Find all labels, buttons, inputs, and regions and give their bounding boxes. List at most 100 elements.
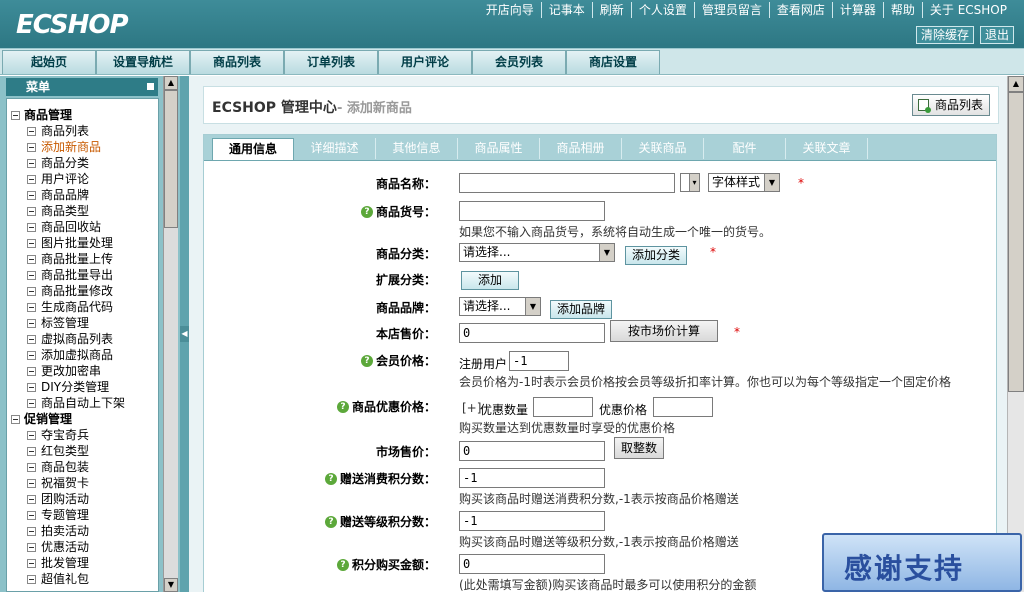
sidebar-group[interactable]: 促销管理 xyxy=(7,411,158,427)
sidebar-item[interactable]: 商品品牌 xyxy=(7,187,158,203)
tab-articles[interactable]: 关联文章 xyxy=(786,138,868,159)
calc-by-market-button[interactable]: 按市场价计算 xyxy=(610,320,718,342)
sidebar-item[interactable]: 虚拟商品列表 xyxy=(7,331,158,347)
sidebar-item[interactable]: 红包类型 xyxy=(7,443,158,459)
add-category-button[interactable]: 添加分类 xyxy=(625,246,687,265)
goods-list-button[interactable]: 商品列表 xyxy=(911,94,990,116)
sidebar-item[interactable]: 商品回收站 xyxy=(7,219,158,235)
member-price-input[interactable]: -1 xyxy=(509,351,569,371)
menu-item-icon xyxy=(27,478,36,488)
tab-other[interactable]: 其他信息 xyxy=(376,138,458,159)
sidebar-item[interactable]: 标签管理 xyxy=(7,315,158,331)
link-about[interactable]: 关于 ECSHOP xyxy=(921,2,1014,18)
add-ext-category-button[interactable]: 添加 xyxy=(461,271,519,290)
link-notepad[interactable]: 记事本 xyxy=(540,2,592,18)
goods-sn-note: 如果您不输入商品货号，系统将自动生成一个唯一的货号。 xyxy=(459,225,772,239)
tab-linked-goods[interactable]: 关联商品 xyxy=(622,138,704,159)
nav-tab-comments[interactable]: 用户评论 xyxy=(378,50,472,74)
link-calculator[interactable]: 计算器 xyxy=(831,2,883,18)
sidebar-item-label: 添加虚拟商品 xyxy=(41,348,114,362)
link-help[interactable]: 帮助 xyxy=(882,2,922,18)
menu-item-icon xyxy=(27,174,36,184)
nav-tab-goods-list[interactable]: 商品列表 xyxy=(190,50,284,74)
sidebar-group[interactable]: 商品管理 xyxy=(7,107,158,123)
logout-button[interactable]: 退出 xyxy=(979,26,1014,44)
clear-cache-button[interactable]: 清除缓存 xyxy=(915,26,974,44)
sidebar-item[interactable]: 添加新商品 xyxy=(7,139,158,155)
scroll-up-icon[interactable]: ▲ xyxy=(1008,76,1024,92)
sidebar-item[interactable]: 更改加密串 xyxy=(7,363,158,379)
volume-price-input[interactable] xyxy=(653,397,713,417)
link-setup-wizard[interactable]: 开店向导 xyxy=(479,2,541,18)
sidebar-item[interactable]: 祝福贺卡 xyxy=(7,475,158,491)
sidebar-item[interactable]: 商品批量导出 xyxy=(7,267,158,283)
tab-general[interactable]: 通用信息 xyxy=(212,138,294,160)
sidebar-item[interactable]: 商品批量上传 xyxy=(7,251,158,267)
sidebar-item[interactable]: 团购活动 xyxy=(7,491,158,507)
nav-tab-shop-settings[interactable]: 商店设置 xyxy=(566,50,660,74)
tab-accessories[interactable]: 配件 xyxy=(704,138,786,159)
sidebar-item[interactable]: DIY分类管理 xyxy=(7,379,158,395)
shop-price-input[interactable]: 0 xyxy=(459,323,605,343)
sidebar-item[interactable]: 用户评论 xyxy=(7,171,158,187)
color-picker[interactable]: ▾ xyxy=(680,173,700,192)
sidebar-scrollbar[interactable]: ▲ ▼ xyxy=(163,76,178,592)
nav-tab-order-list[interactable]: 订单列表 xyxy=(284,50,378,74)
sidebar-item[interactable]: 图片批量处理 xyxy=(7,235,158,251)
sidebar-item[interactable]: 添加虚拟商品 xyxy=(7,347,158,363)
goods-sn-input[interactable] xyxy=(459,201,605,221)
nav-tab-home[interactable]: 起始页 xyxy=(2,50,96,74)
sidebar-item[interactable]: 专题管理 xyxy=(7,507,158,523)
category-select[interactable]: 请选择... ▼ xyxy=(459,243,615,262)
sidebar-header: 菜单 xyxy=(6,78,158,96)
sidebar-item[interactable]: 超值礼包 xyxy=(7,571,158,587)
scroll-down-icon[interactable]: ▼ xyxy=(164,578,178,592)
sidebar-item[interactable]: 批发管理 xyxy=(7,555,158,571)
tab-gallery[interactable]: 商品相册 xyxy=(540,138,622,159)
sidebar-item[interactable]: 商品自动上下架 xyxy=(7,395,158,411)
label-ext-category: 扩展分类： xyxy=(375,273,436,287)
sidebar-item[interactable]: 夺宝奇兵 xyxy=(7,427,158,443)
top-bar: ECSHOP 开店向导 记事本 刷新 个人设置 管理员留言 查看网店 计算器 帮… xyxy=(0,0,1024,48)
volume-qty-input[interactable] xyxy=(533,397,593,417)
font-style-select[interactable]: 字体样式 ▼ xyxy=(708,173,780,192)
help-icon: ? xyxy=(360,205,373,218)
scroll-thumb[interactable] xyxy=(1008,92,1024,392)
link-view-shop[interactable]: 查看网店 xyxy=(768,2,832,18)
tab-attributes[interactable]: 商品属性 xyxy=(458,138,540,159)
collapse-box-icon[interactable] xyxy=(11,110,20,120)
sidebar-item[interactable]: 商品类型 xyxy=(7,203,158,219)
link-personal-settings[interactable]: 个人设置 xyxy=(630,2,694,18)
integral-input[interactable]: 0 xyxy=(459,554,605,574)
sidebar-item[interactable]: 商品分类 xyxy=(7,155,158,171)
expand-toggle[interactable]: [+] xyxy=(462,401,481,415)
minimize-icon[interactable] xyxy=(146,82,155,91)
sidebar-item[interactable]: 商品列表 xyxy=(7,123,158,139)
tab-description[interactable]: 详细描述 xyxy=(294,138,376,159)
main-scrollbar[interactable]: ▲ xyxy=(1007,76,1024,592)
rank-integral-input[interactable]: -1 xyxy=(459,511,605,531)
sidebar-item[interactable]: 商品批量修改 xyxy=(7,283,158,299)
add-brand-button[interactable]: 添加品牌 xyxy=(550,300,612,319)
integral-note: (此处需填写金额)购买该商品时最多可以使用积分的金额 xyxy=(459,578,757,592)
market-price-input[interactable]: 0 xyxy=(459,441,605,461)
required-mark: * xyxy=(734,325,740,339)
collapse-icon[interactable]: ◀ xyxy=(180,326,189,342)
sidebar-item[interactable]: 优惠活动 xyxy=(7,539,158,555)
brand-select[interactable]: 请选择... ▼ xyxy=(459,297,541,316)
link-refresh[interactable]: 刷新 xyxy=(591,2,631,18)
collapse-box-icon[interactable] xyxy=(11,414,20,424)
sidebar-toggle[interactable]: ◀ xyxy=(180,76,189,592)
scroll-thumb[interactable] xyxy=(164,90,178,228)
sidebar-item[interactable]: 拍卖活动 xyxy=(7,523,158,539)
round-button[interactable]: 取整数 xyxy=(614,437,664,459)
give-integral-input[interactable]: -1 xyxy=(459,468,605,488)
goods-name-input[interactable] xyxy=(459,173,675,193)
member-rank-label: 注册用户 xyxy=(459,357,508,371)
scroll-up-icon[interactable]: ▲ xyxy=(164,76,178,90)
nav-tab-members[interactable]: 会员列表 xyxy=(472,50,566,74)
sidebar-item[interactable]: 生成商品代码 xyxy=(7,299,158,315)
sidebar-item[interactable]: 商品包装 xyxy=(7,459,158,475)
link-admin-messages[interactable]: 管理员留言 xyxy=(693,2,769,18)
nav-tab-set-nav[interactable]: 设置导航栏 xyxy=(96,50,190,74)
